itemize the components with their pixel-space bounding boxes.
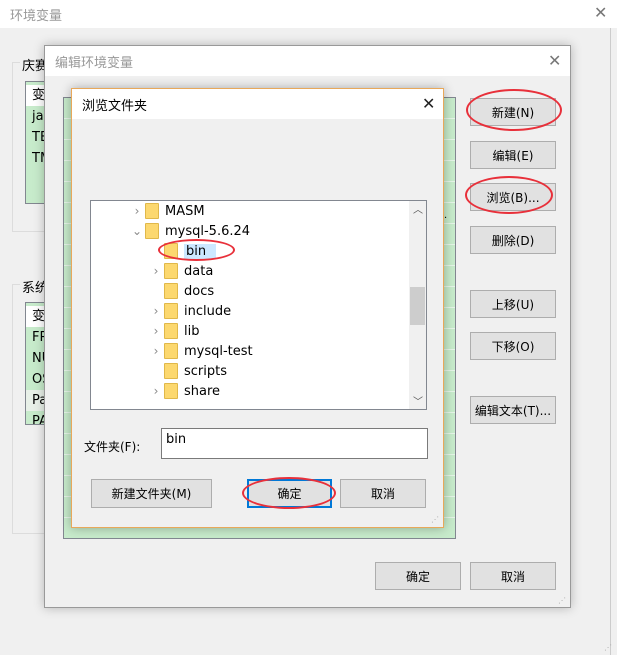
tree-item-label: share xyxy=(184,383,221,399)
browse-title: 浏览文件夹 xyxy=(82,98,148,114)
scroll-down-icon[interactable]: ﹀ xyxy=(413,393,423,408)
tree-item[interactable]: › mysql-test xyxy=(91,341,253,361)
chevron-right-icon[interactable]: › xyxy=(148,384,164,398)
folder-icon xyxy=(164,263,178,279)
browse-button[interactable]: 浏览(B)... xyxy=(470,183,556,211)
folder-icon xyxy=(164,343,178,359)
browse-cancel-button[interactable]: 取消 xyxy=(340,479,426,508)
browse-title-bar: 浏览文件夹 xyxy=(72,89,443,119)
folder-icon xyxy=(145,203,159,219)
edit-ok-button[interactable]: 确定 xyxy=(375,562,461,590)
outer-resize-grip-icon[interactable]: ⋰ xyxy=(604,643,612,652)
folder-input[interactable]: bin xyxy=(161,428,428,459)
tree-item[interactable]: › data xyxy=(91,261,213,281)
scroll-thumb[interactable] xyxy=(410,287,425,325)
edit-title-bar: 编辑环境变量 xyxy=(45,46,570,76)
move-down-button[interactable]: 下移(O) xyxy=(470,332,556,360)
folder-icon xyxy=(164,303,178,319)
tree-item[interactable]: › include xyxy=(91,301,231,321)
edit-cancel-button[interactable]: 取消 xyxy=(470,562,556,590)
folder-icon xyxy=(164,283,178,299)
browse-resize-grip-icon[interactable]: ⋰ xyxy=(431,515,439,524)
chevron-right-icon[interactable]: › xyxy=(148,324,164,338)
tree-item[interactable]: › lib xyxy=(91,321,199,341)
chevron-down-icon[interactable]: ⌄ xyxy=(129,224,145,238)
scroll-dot: . xyxy=(444,210,448,221)
chevron-right-icon[interactable]: › xyxy=(148,344,164,358)
chevron-right-icon[interactable]: › xyxy=(148,264,164,278)
browse-folder-dialog: 浏览文件夹 ✕ › MASM ⌄ mysql-5.6.24 bin › data docs › i… xyxy=(71,88,444,528)
tree-item[interactable]: › share xyxy=(91,381,220,401)
tree-item-label: bin xyxy=(184,243,217,259)
folder-icon xyxy=(164,363,178,379)
edit-title: 编辑环境变量 xyxy=(55,55,134,71)
tree-item-label: MASM xyxy=(165,203,205,219)
browse-ok-button[interactable]: 确定 xyxy=(247,479,332,508)
folder-icon xyxy=(145,223,159,239)
scroll-up-icon[interactable]: ︿ xyxy=(413,201,423,216)
outer-close-icon[interactable]: ✕ xyxy=(594,5,607,21)
tree-item-label: data xyxy=(184,263,214,279)
tree-item-label: mysql-test xyxy=(184,343,253,359)
tree-scrollbar[interactable]: ︿ ﹀ xyxy=(409,201,426,409)
edit-close-icon[interactable]: ✕ xyxy=(548,53,561,69)
new-folder-button[interactable]: 新建文件夹(M) xyxy=(91,479,212,508)
tree-item-label: include xyxy=(184,303,232,319)
new-button[interactable]: 新建(N) xyxy=(470,98,556,126)
folder-icon xyxy=(164,243,178,259)
tree-item-label: scripts xyxy=(184,363,227,379)
resize-grip-icon[interactable]: ⋰ xyxy=(558,596,566,605)
chevron-right-icon[interactable]: › xyxy=(129,204,145,218)
outer-right-border xyxy=(610,28,611,655)
folder-icon xyxy=(164,323,178,339)
chevron-right-icon[interactable]: › xyxy=(148,304,164,318)
browse-close-icon[interactable]: ✕ xyxy=(422,96,435,112)
tree-item[interactable]: › MASM xyxy=(91,201,205,221)
folder-label: 文件夹(F): xyxy=(84,440,141,454)
delete-button[interactable]: 删除(D) xyxy=(470,226,556,254)
tree-item[interactable]: bin xyxy=(91,241,217,261)
move-up-button[interactable]: 上移(U) xyxy=(470,290,556,318)
tree-item[interactable]: scripts xyxy=(91,361,227,381)
tree-item-label: lib xyxy=(184,323,200,339)
tree-item-label: mysql-5.6.24 xyxy=(165,223,251,239)
tree-item[interactable]: ⌄ mysql-5.6.24 xyxy=(91,221,250,241)
tree-item-label: docs xyxy=(184,283,215,299)
edit-text-button[interactable]: 编辑文本(T)... xyxy=(470,396,556,424)
outer-title: 环境变量 xyxy=(10,8,63,24)
folder-icon xyxy=(164,383,178,399)
tree-item[interactable]: docs xyxy=(91,281,214,301)
folder-tree[interactable]: › MASM ⌄ mysql-5.6.24 bin › data docs › include › l… xyxy=(90,200,427,410)
outer-title-bar: 环境变量 xyxy=(0,0,617,28)
edit-button[interactable]: 编辑(E) xyxy=(470,141,556,169)
